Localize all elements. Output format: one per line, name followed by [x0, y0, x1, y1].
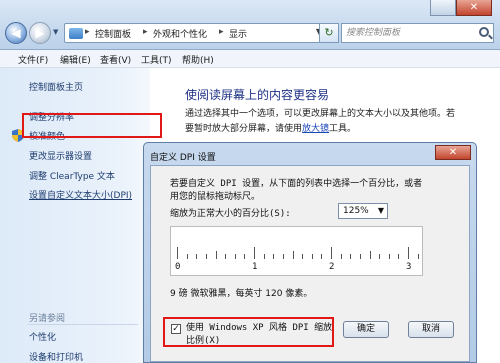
sidebar-item-display-settings[interactable]: 更改显示器设置: [29, 149, 92, 162]
sidebar-item-custom-dpi[interactable]: 设置自定义文本大小(DPI): [29, 188, 132, 201]
forward-button[interactable]: ▶: [29, 22, 51, 44]
ruler-tick: [215, 251, 217, 259]
ruler-tick: [359, 254, 361, 259]
address-toolbar: ◀ ▶ ▼ ▸ 控制面板 ▸ 外观和个性化 ▸ 显示 ▼ ↻ ✕: [0, 0, 500, 50]
scale-percent-label: 缩放为正常大小的百分比(S):: [170, 209, 291, 219]
control-panel-home-link[interactable]: 控制面板主页: [29, 80, 83, 93]
menu-file[interactable]: 文件(F): [18, 53, 48, 66]
ruler-tick: [340, 254, 342, 259]
control-panel-folder-icon: [69, 28, 83, 39]
ruler-tick: [186, 254, 188, 259]
dpi-ruler[interactable]: 0 1 2 3: [170, 226, 423, 276]
ruler-tick: [350, 254, 352, 259]
see-also-personalization[interactable]: 个性化: [29, 330, 56, 343]
chevron-down-icon: ▼: [377, 206, 384, 215]
ruler-tick: [331, 247, 332, 259]
ok-button[interactable]: 确定: [343, 321, 389, 338]
see-also-heading: 另请参阅: [29, 314, 66, 324]
ruler-label: 2: [329, 262, 335, 272]
ruler-tick: [311, 254, 313, 259]
address-bar[interactable]: ▸ 控制面板 ▸ 外观和个性化 ▸ 显示 ▼: [64, 23, 326, 43]
history-dropdown-icon[interactable]: ▼: [53, 28, 58, 36]
ruler-label: 0: [175, 262, 181, 272]
ruler-tick: [254, 247, 255, 259]
ruler-tick: [369, 251, 371, 259]
scale-percent-value: 125%: [343, 206, 369, 216]
breadcrumb-separator[interactable]: ▸: [143, 27, 148, 37]
custom-dpi-dialog: 自定义 DPI 设置 ✕ 若要自定义 DPI 设置，从下面的列表中选择一个百分比…: [143, 142, 477, 363]
ruler-tick: [282, 254, 284, 259]
menu-edit[interactable]: 编辑(E): [60, 53, 91, 66]
ruler-tick: [302, 254, 304, 259]
close-button[interactable]: ✕: [456, 0, 492, 16]
menu-bar: 文件(F) 编辑(E) 查看(V) 工具(T) 帮助(H): [0, 50, 500, 68]
description-text: 要暂时放大部分屏幕，请使用: [185, 124, 303, 134]
maximize-button[interactable]: [430, 0, 456, 16]
menu-help[interactable]: 帮助(H): [182, 53, 214, 66]
breadcrumb-appearance[interactable]: 外观和个性化: [153, 27, 207, 40]
dialog-title: 自定义 DPI 设置: [150, 153, 216, 163]
refresh-button[interactable]: ↻: [319, 23, 339, 43]
ruler-tick: [225, 254, 227, 259]
custom-dpi-highlight-box: [22, 113, 162, 138]
breadcrumb-control-panel[interactable]: 控制面板: [95, 27, 131, 40]
cancel-button[interactable]: 取消: [408, 321, 454, 338]
ruler-tick: [273, 254, 275, 259]
font-sample-text: 9 磅 微软雅黑，每英寸 120 像素。: [170, 289, 313, 299]
see-also-divider: [28, 324, 138, 325]
sidebar-item-cleartype[interactable]: 调整 ClearType 文本: [29, 169, 115, 182]
page-description-line2: 要暂时放大部分屏幕，请使用放大镜工具。: [185, 121, 356, 134]
ruler-tick: [388, 254, 390, 259]
dialog-close-button[interactable]: ✕: [435, 145, 471, 160]
ruler-tick: [205, 254, 207, 259]
menu-view[interactable]: 查看(V): [100, 53, 131, 66]
description-text-end: 工具。: [329, 124, 357, 134]
menu-tools[interactable]: 工具(T): [141, 53, 172, 66]
ruler-tick: [234, 254, 236, 259]
breadcrumb-display[interactable]: 显示: [229, 27, 247, 40]
xp-scaling-highlight-box: [163, 317, 334, 347]
breadcrumb-separator[interactable]: ▸: [219, 27, 224, 37]
dialog-body: 若要自定义 DPI 设置，从下面的列表中选择一个百分比，或者 用您的鼠标拖动标尺…: [150, 165, 470, 362]
ruler-tick: [292, 251, 294, 259]
see-also-devices-printers[interactable]: 设备和打印机: [29, 350, 83, 363]
scale-percent-dropdown[interactable]: 125% ▼: [338, 203, 388, 219]
ruler-tick: [321, 254, 323, 259]
ruler-tick: [196, 254, 198, 259]
ruler-tick: [408, 247, 409, 259]
ruler-tick: [244, 254, 246, 259]
page-title: 使阅读屏幕上的内容更容易: [185, 88, 330, 102]
ruler-tick: [417, 254, 419, 259]
ruler-tick: [263, 254, 265, 259]
breadcrumb-separator: ▸: [85, 27, 90, 37]
magnifier-link[interactable]: 放大镜: [302, 124, 329, 134]
window-controls: ✕: [422, 0, 492, 18]
dialog-description-line2: 用您的鼠标拖动标尺。: [170, 192, 261, 202]
ruler-tick: [398, 254, 400, 259]
search-input[interactable]: [342, 24, 477, 42]
ruler-tick: [177, 247, 178, 259]
ruler-label: 1: [252, 262, 258, 272]
back-button[interactable]: ◀: [5, 22, 27, 44]
search-icon[interactable]: [479, 27, 489, 37]
page-description: 通过选择其中一个选项，可以更改屏幕上的文本大小以及其他项。若: [185, 109, 456, 119]
ruler-tick: [379, 254, 381, 259]
search-box[interactable]: [341, 23, 494, 43]
dialog-description: 若要自定义 DPI 设置，从下面的列表中选择一个百分比，或者: [170, 179, 423, 189]
ruler-label: 3: [406, 262, 412, 272]
